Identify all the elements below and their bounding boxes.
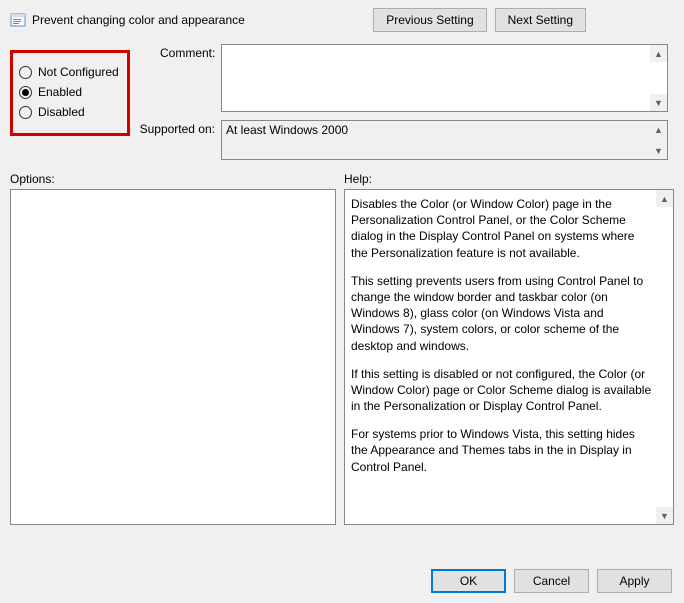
scroll-up-icon[interactable]: ▲	[650, 45, 667, 62]
radio-label: Enabled	[38, 85, 82, 99]
help-text: Disables the Color (or Window Color) pag…	[345, 190, 673, 493]
apply-button[interactable]: Apply	[597, 569, 672, 593]
next-setting-button[interactable]: Next Setting	[495, 8, 586, 32]
comment-input[interactable]: ▲ ▼	[221, 44, 668, 112]
previous-setting-button[interactable]: Previous Setting	[373, 8, 486, 32]
radio-enabled[interactable]: Enabled	[19, 85, 121, 99]
options-panel	[10, 189, 336, 525]
radio-icon	[19, 106, 32, 119]
cancel-button[interactable]: Cancel	[514, 569, 589, 593]
supported-box: At least Windows 2000 ▲ ▼	[221, 120, 668, 160]
ok-button[interactable]: OK	[431, 569, 506, 593]
scroll-up-icon[interactable]: ▲	[656, 190, 673, 207]
radio-not-configured[interactable]: Not Configured	[19, 65, 121, 79]
options-label: Options:	[10, 172, 336, 186]
scroll-down-icon[interactable]: ▼	[650, 94, 667, 111]
scroll-down-icon[interactable]: ▼	[656, 507, 673, 524]
state-radio-group: Not Configured Enabled Disabled	[10, 50, 130, 136]
radio-label: Not Configured	[38, 65, 119, 79]
radio-disabled[interactable]: Disabled	[19, 105, 121, 119]
supported-value: At least Windows 2000	[226, 123, 348, 137]
scroll-up-icon[interactable]: ▲	[650, 121, 667, 138]
help-panel: Disables the Color (or Window Color) pag…	[344, 189, 674, 525]
radio-label: Disabled	[38, 105, 85, 119]
help-label: Help:	[344, 172, 674, 186]
policy-icon	[10, 12, 26, 28]
supported-label: Supported on:	[133, 120, 215, 136]
scroll-down-icon[interactable]: ▼	[650, 142, 667, 159]
comment-label: Comment:	[160, 44, 215, 60]
page-title: Prevent changing color and appearance	[32, 13, 245, 27]
radio-icon	[19, 86, 32, 99]
radio-icon	[19, 66, 32, 79]
